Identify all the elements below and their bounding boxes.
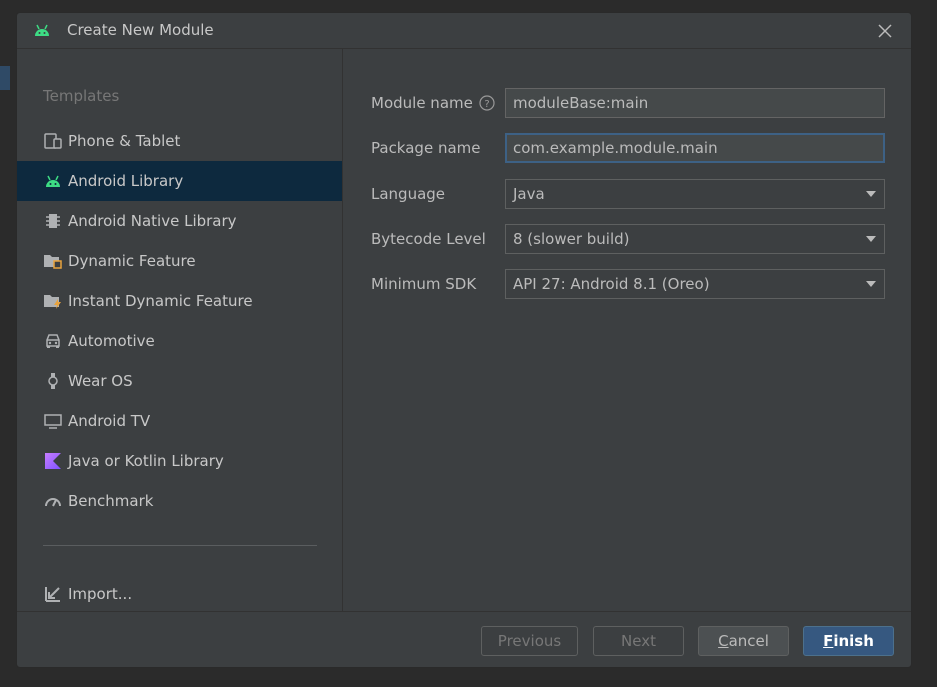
module-name-label: Module name ?	[371, 94, 505, 112]
chevron-down-icon	[866, 236, 876, 242]
chevron-down-icon	[866, 191, 876, 197]
template-label: Android Native Library	[68, 212, 237, 230]
cancel-mnemonic: C	[718, 632, 729, 650]
language-select[interactable]: Java	[505, 179, 885, 209]
finish-mnemonic: F	[823, 632, 834, 650]
bytecode-level-row: Bytecode Level	[371, 224, 505, 254]
cancel-label: ancel	[728, 632, 769, 650]
bytecode-level-select[interactable]: 8 (slower build)	[505, 224, 885, 254]
finish-button[interactable]: Finish	[803, 626, 894, 656]
package-name-label: Package name	[371, 139, 481, 157]
language-label: Language	[371, 185, 446, 203]
dialog-footer: Previous Next Cancel Finish	[17, 611, 911, 667]
gauge-icon	[43, 492, 63, 510]
template-label: Dynamic Feature	[68, 252, 196, 270]
module-name-label-text: Module name	[371, 94, 473, 112]
kotlin-icon	[43, 452, 63, 470]
dialog-title: Create New Module	[67, 21, 214, 39]
bytecode-level-value: 8 (slower build)	[513, 230, 630, 248]
template-dynamic-feature[interactable]: Dynamic Feature	[17, 241, 342, 281]
package-name-input[interactable]	[505, 133, 885, 163]
watch-icon	[43, 372, 63, 390]
template-instant-dynamic-feature[interactable]: Instant Dynamic Feature	[17, 281, 342, 321]
template-label: Wear OS	[68, 372, 133, 390]
dynamic-feature-icon	[43, 252, 63, 270]
minimum-sdk-row: Minimum SDK	[371, 269, 505, 299]
templates-list: Phone & Tablet Android Library Android N…	[17, 121, 342, 521]
template-label: Benchmark	[68, 492, 154, 510]
template-label: Automotive	[68, 332, 155, 350]
template-android-library[interactable]: Android Library	[17, 161, 342, 201]
import-icon	[43, 585, 63, 603]
sidebar-divider	[43, 545, 317, 546]
tv-icon	[43, 412, 63, 430]
svg-text:?: ?	[484, 99, 489, 110]
android-icon	[43, 172, 63, 190]
create-module-dialog: Create New Module Templates Phone & Tabl…	[16, 12, 912, 668]
template-label: Android Library	[68, 172, 184, 190]
car-icon	[43, 332, 63, 350]
native-library-icon	[43, 212, 63, 230]
module-name-input[interactable]	[505, 88, 885, 118]
minimum-sdk-value: API 27: Android 8.1 (Oreo)	[513, 275, 710, 293]
module-name-row: Module name ?	[371, 88, 505, 118]
language-row: Language	[371, 179, 505, 209]
previous-button[interactable]: Previous	[481, 626, 578, 656]
template-android-native-library[interactable]: Android Native Library	[17, 201, 342, 241]
templates-sidebar: Templates Phone & Tablet Android Library…	[17, 49, 343, 611]
template-android-tv[interactable]: Android TV	[17, 401, 342, 441]
dialog-titlebar: Create New Module	[17, 13, 911, 49]
instant-dynamic-feature-icon	[43, 292, 63, 310]
import-label: Import...	[68, 585, 133, 603]
cancel-button[interactable]: Cancel	[698, 626, 789, 656]
backdrop-selection-strip	[0, 66, 10, 90]
template-label: Instant Dynamic Feature	[68, 292, 253, 310]
minimum-sdk-label: Minimum SDK	[371, 275, 477, 293]
help-icon[interactable]: ?	[479, 95, 495, 111]
chevron-down-icon	[866, 281, 876, 287]
template-label: Phone & Tablet	[68, 132, 181, 150]
phone-tablet-icon	[43, 132, 63, 150]
template-phone-tablet[interactable]: Phone & Tablet	[17, 121, 342, 161]
language-value: Java	[513, 185, 545, 203]
android-icon	[35, 24, 49, 36]
next-button[interactable]: Next	[593, 626, 684, 656]
minimum-sdk-select[interactable]: API 27: Android 8.1 (Oreo)	[505, 269, 885, 299]
module-form: Module name ? Package name Language Java…	[343, 49, 911, 611]
close-icon[interactable]	[875, 21, 895, 41]
import-button[interactable]: Import...	[17, 579, 342, 609]
template-wear-os[interactable]: Wear OS	[17, 361, 342, 401]
bytecode-level-label: Bytecode Level	[371, 230, 486, 248]
templates-heading: Templates	[43, 87, 120, 105]
template-label: Android TV	[68, 412, 151, 430]
package-name-row: Package name	[371, 133, 505, 163]
template-java-kotlin-library[interactable]: Java or Kotlin Library	[17, 441, 342, 481]
finish-label: inish	[833, 632, 874, 650]
template-benchmark[interactable]: Benchmark	[17, 481, 342, 521]
template-label: Java or Kotlin Library	[68, 452, 224, 470]
template-automotive[interactable]: Automotive	[17, 321, 342, 361]
